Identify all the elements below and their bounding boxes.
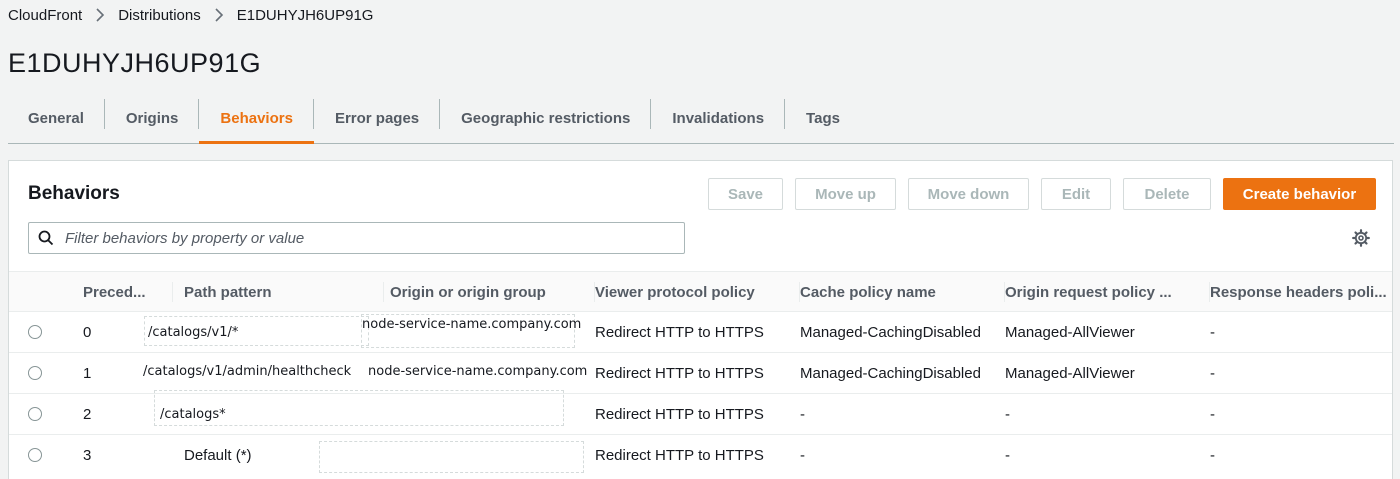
edit-overlay <box>319 441 584 473</box>
move-down-button[interactable]: Move down <box>908 178 1029 210</box>
viewer-protocol-cell: Redirect HTTP to HTTPS <box>595 446 764 464</box>
origin-request-policy-cell: Managed-AllViewer <box>1005 364 1135 382</box>
viewer-protocol-cell: Redirect HTTP to HTTPS <box>595 364 764 382</box>
filter-search-box[interactable] <box>28 222 685 254</box>
tab-label: Error pages <box>334 109 420 127</box>
cache-policy-cell: - <box>800 405 805 423</box>
precedence-cell: 3 <box>83 446 92 464</box>
tab-invalidations[interactable]: Invalidations <box>651 93 786 143</box>
viewer-protocol-cell: Redirect HTTP to HTTPS <box>595 323 764 341</box>
table-header: Preced... Path pattern Origin or origin … <box>9 271 1392 312</box>
row-select-radio[interactable] <box>28 325 42 339</box>
path-pattern-cell: /catalogs/v1/* <box>148 324 239 340</box>
behaviors-panel: Behaviors Save Move up Move down Edit De… <box>8 160 1393 479</box>
precedence-cell: 1 <box>83 364 92 382</box>
tab-label: Origins <box>125 109 179 127</box>
tab-label: Invalidations <box>672 109 765 127</box>
edit-button[interactable]: Edit <box>1041 178 1111 210</box>
response-headers-policy-cell: - <box>1210 446 1215 464</box>
tab-behaviors[interactable]: Behaviors <box>199 93 314 144</box>
search-icon <box>38 230 54 246</box>
table-row[interactable]: 3 Default (*) Redirect HTTP to HTTPS - -… <box>9 435 1392 476</box>
origin-request-policy-cell: - <box>1005 446 1010 464</box>
breadcrumb: CloudFront Distributions E1DUHYJH6UP91G <box>8 6 373 24</box>
tab-label: General <box>28 109 84 127</box>
column-header-origin-request-policy[interactable]: Origin request policy ... <box>984 272 1210 312</box>
table-row[interactable]: 1 /catalogs/v1/admin/healthcheck node-se… <box>9 353 1392 394</box>
path-pattern-cell: Default (*) <box>184 446 252 464</box>
origin-cell: node-service-name.company.com <box>368 363 588 379</box>
cache-policy-cell: Managed-CachingDisabled <box>800 323 981 341</box>
gear-icon[interactable] <box>1352 229 1370 247</box>
tab-label: Geographic restrictions <box>461 109 631 127</box>
cache-policy-cell: - <box>800 446 805 464</box>
tab-general[interactable]: General <box>8 93 105 143</box>
page-title: E1DUHYJH6UP91G <box>8 48 262 78</box>
origin-request-policy-cell: - <box>1005 405 1010 423</box>
response-headers-policy-cell: - <box>1210 405 1215 423</box>
path-pattern-cell: /catalogs/v1/admin/healthcheck <box>143 363 352 379</box>
origin-cell: node-service-name.company.com <box>362 316 582 332</box>
path-pattern-cell: /catalogs* <box>160 406 226 422</box>
filter-input[interactable] <box>63 228 667 248</box>
column-header-viewer-protocol-policy[interactable]: Viewer protocol policy <box>574 272 800 312</box>
table-row[interactable]: 0 /catalogs/v1/* node-service-name.compa… <box>9 312 1392 353</box>
precedence-cell: 0 <box>83 323 92 341</box>
precedence-cell: 2 <box>83 405 92 423</box>
row-select-radio[interactable] <box>28 407 42 421</box>
column-header-cache-policy-name[interactable]: Cache policy name <box>779 272 1005 312</box>
panel-title: Behaviors <box>28 183 120 204</box>
tab-geographic-restrictions[interactable]: Geographic restrictions <box>440 93 652 143</box>
breadcrumb-current: E1DUHYJH6UP91G <box>236 6 374 24</box>
row-select-radio[interactable] <box>28 448 42 462</box>
tab-label: Tags <box>806 109 840 127</box>
column-header-precedence[interactable]: Preced... <box>63 272 173 312</box>
tab-bar: General Origins Behaviors Error pages Ge… <box>8 93 1394 144</box>
move-up-button[interactable]: Move up <box>795 178 896 210</box>
column-header-path-pattern[interactable]: Path pattern <box>163 272 384 312</box>
create-behavior-button[interactable]: Create behavior <box>1223 178 1376 210</box>
breadcrumb-cloudfront-link[interactable]: CloudFront <box>8 7 82 24</box>
cache-policy-cell: Managed-CachingDisabled <box>800 364 981 382</box>
chevron-right-icon <box>211 6 227 24</box>
response-headers-policy-cell: - <box>1210 364 1215 382</box>
tab-tags[interactable]: Tags <box>785 93 861 143</box>
tab-origins[interactable]: Origins <box>105 93 200 143</box>
save-button[interactable]: Save <box>708 178 783 210</box>
viewer-protocol-cell: Redirect HTTP to HTTPS <box>595 405 764 423</box>
delete-button[interactable]: Delete <box>1123 178 1211 210</box>
response-headers-policy-cell: - <box>1210 323 1215 341</box>
tab-error-pages[interactable]: Error pages <box>314 93 441 143</box>
column-header-response-headers-policy[interactable]: Response headers poli... <box>1189 272 1390 312</box>
chevron-right-icon <box>92 6 108 24</box>
row-select-radio[interactable] <box>28 366 42 380</box>
table-row[interactable]: 2 /catalogs* Redirect HTTP to HTTPS - - … <box>9 390 1392 435</box>
origin-request-policy-cell: Managed-AllViewer <box>1005 323 1135 341</box>
breadcrumb-distributions-link[interactable]: Distributions <box>118 7 201 24</box>
tab-label: Behaviors <box>220 109 293 127</box>
